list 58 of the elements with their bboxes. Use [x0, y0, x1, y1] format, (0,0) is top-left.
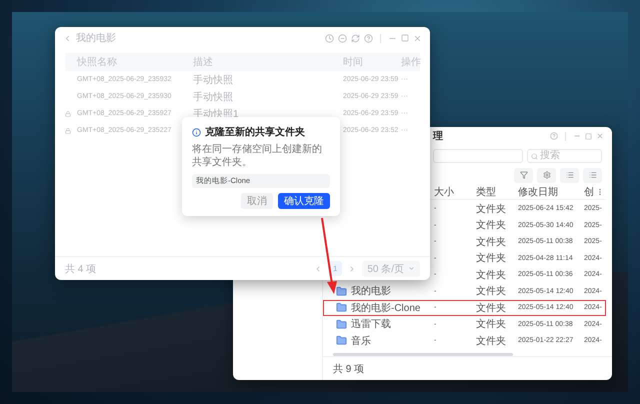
window-title: 我的电影: [76, 32, 116, 45]
table-cell-text: 文件夹: [476, 268, 506, 282]
search-icon: [531, 153, 538, 160]
folder-icon: [336, 302, 347, 314]
file-name[interactable]: 迅雷下载: [351, 317, 391, 332]
view-button[interactable]: [583, 168, 602, 183]
filter-button[interactable]: [514, 168, 533, 183]
folder-icon: [336, 318, 347, 330]
list-icon: [588, 171, 596, 180]
search-field[interactable]: 搜索: [527, 149, 602, 163]
confirm-button[interactable]: 确认克隆: [278, 193, 330, 209]
file-name[interactable]: 我的电影: [351, 284, 391, 298]
file-name[interactable]: 我的电影-Clone: [351, 300, 420, 315]
refresh-icon[interactable]: [351, 34, 360, 42]
table-cell-text: 文件夹: [476, 318, 506, 332]
column-header: 创: [584, 186, 594, 200]
close-icon[interactable]: [413, 34, 422, 42]
folder-icon: [336, 335, 347, 346]
window-title: 理: [433, 130, 443, 143]
sort-button[interactable]: [560, 168, 579, 183]
column-header: 时间: [343, 56, 364, 69]
info-icon: [192, 128, 201, 136]
settings-icon: [542, 171, 550, 180]
table-cell-text: 文件夹: [476, 202, 506, 216]
item-count: 共 9 项: [333, 362, 364, 376]
table-cell-text: 文件夹: [476, 252, 506, 266]
column-header: 大小: [434, 186, 455, 200]
table-cell-text: 手动快照: [193, 74, 233, 86]
table-cell-text: 文件夹: [476, 236, 506, 249]
table-cell-text: 文件夹: [476, 334, 506, 348]
minus-circle-icon[interactable]: [338, 34, 347, 42]
help-icon[interactable]: [550, 132, 558, 140]
file-name[interactable]: 音乐: [351, 334, 371, 348]
folder-icon: [336, 286, 347, 297]
column-header: 操作: [401, 56, 421, 69]
maximize-icon[interactable]: [401, 34, 409, 42]
column-header: 类型: [476, 186, 497, 200]
item-count: 共 4 项: [65, 262, 96, 276]
path-field[interactable]: [433, 149, 523, 163]
close-icon[interactable]: [596, 132, 604, 140]
dialog-message: 将在同一存储空间上创建新的共享文件夹。: [192, 144, 323, 169]
clock-icon[interactable]: [325, 34, 334, 42]
table-cell-text: 文件夹: [476, 302, 506, 315]
settings-button[interactable]: [537, 168, 556, 183]
back-icon[interactable]: [63, 34, 72, 42]
list-icon: [566, 171, 574, 180]
maximize-icon[interactable]: [585, 132, 592, 140]
help-icon[interactable]: [364, 34, 373, 42]
filter-icon: [520, 171, 528, 180]
column-header: 描述: [193, 56, 214, 69]
dialog-title: 克隆至新的共享文件夹: [205, 125, 305, 139]
table-cell-text: 文件夹: [476, 218, 506, 232]
table-cell-text: 手动快照: [193, 90, 233, 104]
column-header: 修改日期: [518, 186, 559, 200]
scrollbar[interactable]: [333, 353, 513, 356]
column-header: 快照名称: [77, 56, 118, 69]
table-cell-text: 文件夹: [476, 284, 506, 298]
caret-icon: [408, 265, 415, 272]
